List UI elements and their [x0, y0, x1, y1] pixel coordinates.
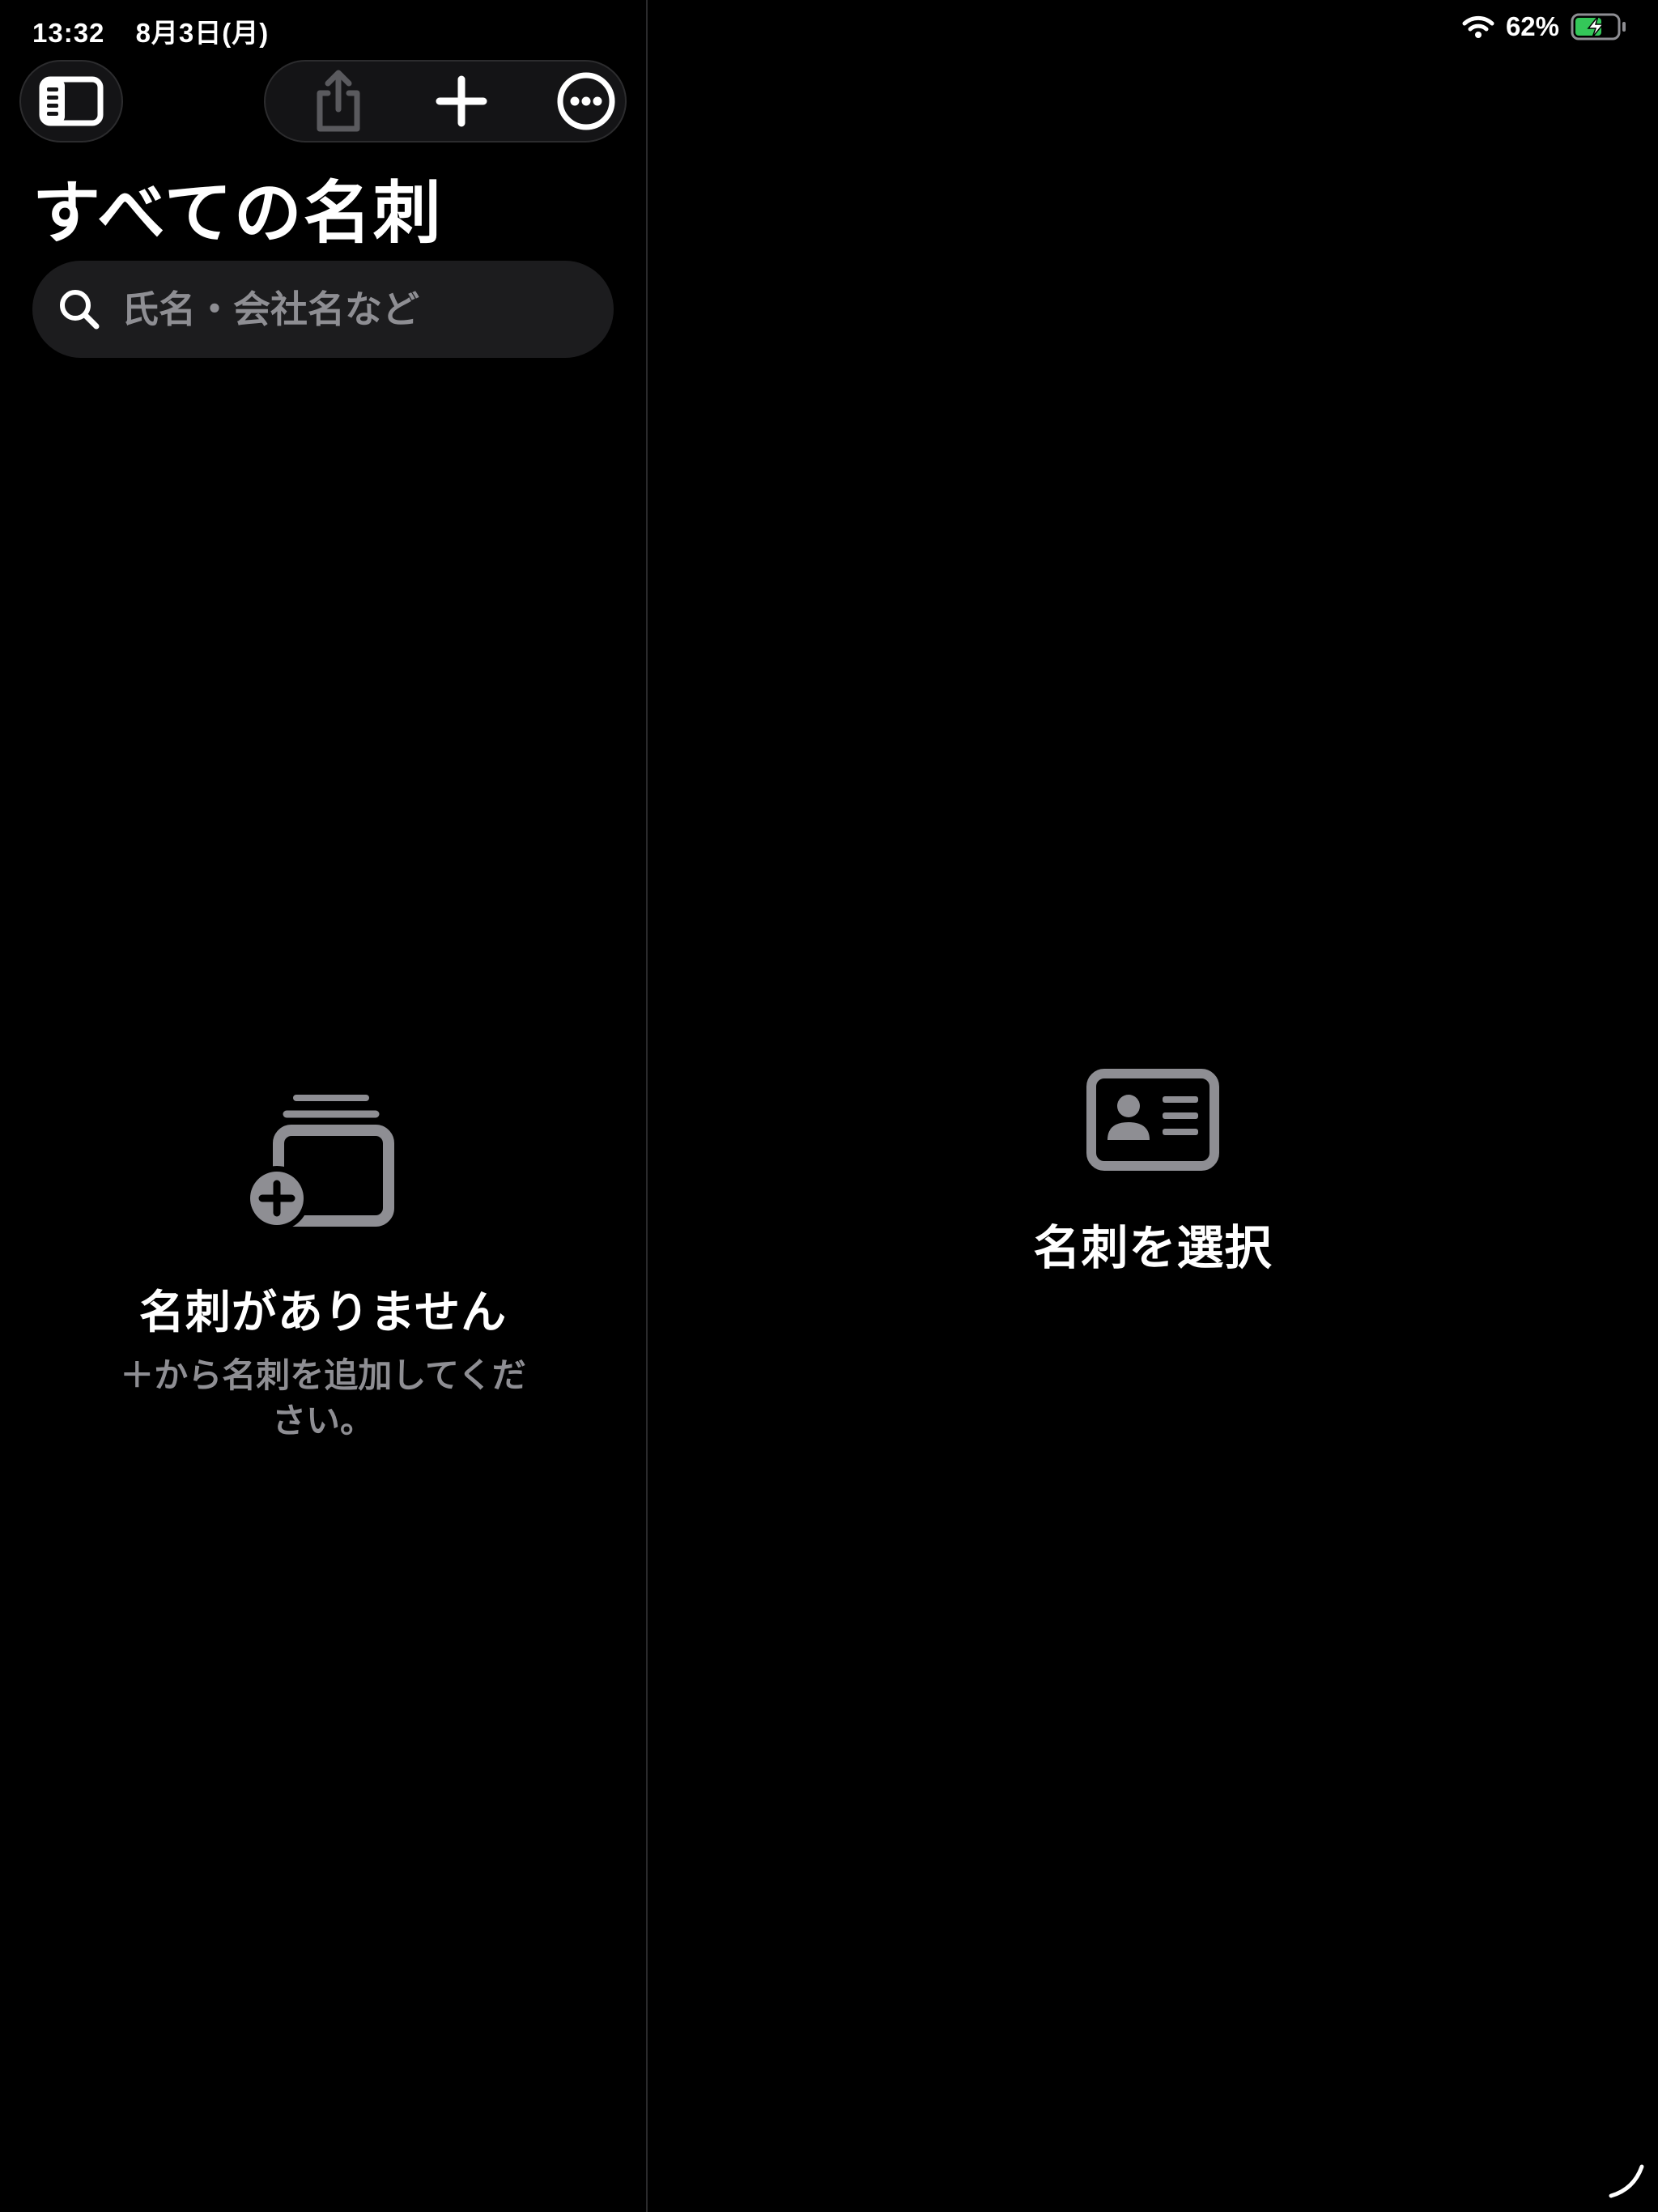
page-title: すべての名刺 — [32, 173, 443, 253]
sidebar: すべての名刺 名刺がありません ＋から名刺を追加してください。 — [0, 0, 646, 2212]
empty-state: 名刺がありません ＋から名刺を追加してください。 — [0, 1093, 646, 1444]
corner-indicator-icon — [1609, 2164, 1644, 2198]
status-bar: 13:32 8月3日(月) 62% — [0, 0, 1658, 57]
plus-icon — [436, 75, 487, 127]
share-button[interactable] — [290, 62, 387, 141]
contact-card-icon — [1086, 1069, 1219, 1171]
more-button[interactable] — [538, 62, 635, 141]
toolbar-group — [264, 60, 627, 143]
search-icon — [55, 285, 104, 334]
add-card-button[interactable] — [413, 62, 510, 141]
detail-empty-state: 名刺を選択 — [648, 1069, 1658, 1278]
status-right: 62% — [1462, 11, 1627, 42]
ellipsis-circle-icon — [557, 72, 615, 130]
sidebar-left-icon — [39, 76, 104, 126]
detail-empty-title: 名刺を選択 — [1033, 1220, 1273, 1275]
search-field[interactable] — [32, 261, 614, 358]
battery-charging-icon — [1571, 13, 1626, 40]
empty-state-subtitle: ＋から名刺を追加してください。 — [120, 1355, 526, 1440]
wifi-icon — [1462, 15, 1494, 38]
status-time: 13:32 — [32, 18, 105, 48]
status-left: 13:32 8月3日(月) — [32, 11, 291, 50]
empty-state-title: 名刺がありません — [138, 1287, 508, 1339]
battery-percentage: 62% — [1505, 11, 1559, 41]
sidebar-toggle-button[interactable] — [19, 60, 123, 143]
search-input[interactable] — [121, 261, 591, 358]
status-date: 8月3日(月) — [135, 18, 270, 48]
share-icon — [317, 70, 360, 132]
card-stack-add-icon — [246, 1095, 394, 1231]
